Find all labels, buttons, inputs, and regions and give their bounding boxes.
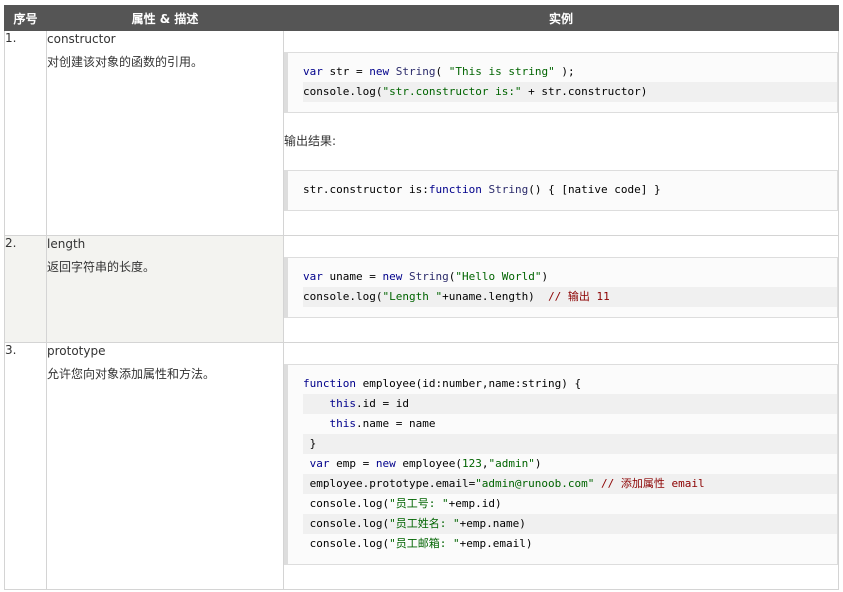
- code-block: function employee(id:number,name:string)…: [284, 364, 838, 565]
- code-token: function: [428, 183, 489, 196]
- code-token: new: [382, 270, 409, 283]
- code-token: +emp.id): [448, 497, 502, 510]
- code-token: .name = name: [356, 417, 436, 430]
- code-token: "员工号: ": [389, 497, 449, 510]
- property-description: 对创建该对象的函数的引用。: [47, 55, 204, 69]
- code-token: String: [488, 183, 529, 196]
- code-line: this.id = id: [303, 394, 837, 414]
- code-token: console.log(: [303, 497, 390, 510]
- code-token: () { [native code] }: [528, 183, 661, 196]
- example-cell: function employee(id:number,name:string)…: [283, 342, 839, 590]
- code-token: str.constructor is:: [303, 183, 429, 196]
- code-token: ): [541, 270, 549, 283]
- code-token: console.log(: [303, 290, 383, 303]
- code-token: +emp.name): [459, 517, 526, 530]
- output-label: 输出结果:: [284, 134, 337, 148]
- code-token: +uname.length): [442, 290, 549, 303]
- code-line: employee.prototype.email="admin@runoob.c…: [303, 474, 837, 494]
- code-token: ): [534, 457, 542, 470]
- code-token: "admin": [488, 457, 535, 470]
- output-block: str.constructor is:function String() { […: [284, 170, 838, 211]
- code-token: console.log(: [303, 537, 390, 550]
- header-example: 实例: [283, 5, 839, 31]
- code-token: "Hello World": [455, 270, 542, 283]
- code-line: console.log("员工姓名: "+emp.name): [303, 514, 837, 534]
- row-property-cell: constructor 对创建该对象的函数的引用。: [46, 30, 284, 236]
- code-token: var: [303, 65, 330, 78]
- code-token: emp =: [336, 457, 376, 470]
- code-token: .id = id: [356, 397, 409, 410]
- property-name: length: [47, 237, 86, 251]
- code-line: var uname = new String("Hello World"): [303, 267, 837, 287]
- code-token: console.log(: [303, 85, 383, 98]
- code-token: +emp.email): [459, 537, 533, 550]
- row-property-cell: length 返回字符串的长度。: [46, 235, 284, 343]
- code-token: // 添加属性 email: [601, 477, 705, 490]
- row-index: 1.: [4, 30, 47, 236]
- row-index: 3.: [4, 342, 47, 590]
- code-token: new: [375, 457, 403, 470]
- code-token: 123: [461, 457, 482, 470]
- code-token: console.log(: [303, 517, 390, 530]
- code-token: var: [303, 270, 330, 283]
- code-token: );: [554, 65, 575, 78]
- code-line: }: [303, 434, 837, 454]
- row-index: 2.: [4, 235, 47, 343]
- property-name: prototype: [47, 344, 106, 358]
- property-description: 允许您向对象添加属性和方法。: [47, 367, 216, 381]
- code-token: String: [395, 65, 436, 78]
- code-line: function employee(id:number,name:string)…: [303, 374, 837, 394]
- code-line: str.constructor is:function String() { […: [303, 180, 837, 200]
- code-token: var: [309, 457, 337, 470]
- code-line: this.name = name: [303, 414, 837, 434]
- code-token: "str.constructor is:": [382, 85, 522, 98]
- table-row-length: 2. length 返回字符串的长度。 var uname = new Stri…: [4, 235, 839, 343]
- code-token: "员工邮箱: ": [389, 537, 460, 550]
- code-line: console.log("str.constructor is:" + str.…: [303, 82, 837, 102]
- code-token: this: [329, 417, 357, 430]
- code-token: // 输出 11: [548, 290, 610, 303]
- code-token: "This is string": [448, 65, 555, 78]
- code-line: var emp = new employee(123,"admin"): [303, 454, 837, 474]
- string-properties-table: 序号 属性 & 描述 实例 1. constructor 对创建该对象的函数的引…: [4, 5, 839, 590]
- code-token: function: [303, 377, 363, 390]
- code-token: str: [329, 65, 350, 78]
- code-token: =: [349, 65, 370, 78]
- code-token: }: [303, 437, 317, 450]
- row-property-cell: prototype 允许您向对象添加属性和方法。: [46, 342, 284, 590]
- code-token: String: [408, 270, 449, 283]
- code-token: uname =: [329, 270, 383, 283]
- code-token: this: [329, 397, 357, 410]
- example-cell: var str = new String( "This is string" )…: [283, 30, 839, 236]
- code-token: employee(: [402, 457, 462, 470]
- table-row-constructor: 1. constructor 对创建该对象的函数的引用。 var str = n…: [4, 30, 839, 236]
- code-token: employee(id:number,name:string) {: [362, 377, 582, 390]
- header-index: 序号: [4, 5, 47, 31]
- code-line: var str = new String( "This is string" )…: [303, 62, 837, 82]
- code-block: var uname = new String("Hello World") con…: [284, 257, 838, 318]
- code-token: new: [369, 65, 396, 78]
- example-cell: var uname = new String("Hello World") con…: [283, 235, 839, 343]
- code-token: "admin@runoob.com": [475, 477, 595, 490]
- code-token: (: [435, 65, 449, 78]
- code-token: "员工姓名: ": [389, 517, 460, 530]
- property-name: constructor: [47, 32, 116, 46]
- code-line: console.log("员工号: "+emp.id): [303, 494, 837, 514]
- code-token: + str.constructor): [521, 85, 648, 98]
- code-line: console.log("Length "+uname.length) // 输…: [303, 287, 837, 307]
- code-block: var str = new String( "This is string" )…: [284, 52, 838, 113]
- code-token: "Length ": [382, 290, 443, 303]
- property-description: 返回字符串的长度。: [47, 260, 156, 274]
- code-line: console.log("员工邮箱: "+emp.email): [303, 534, 837, 554]
- code-token: employee.prototype.email=: [303, 477, 476, 490]
- header-property: 属性 & 描述: [46, 5, 284, 31]
- table-header-row: 序号 属性 & 描述 实例: [4, 5, 839, 31]
- table-row-prototype: 3. prototype 允许您向对象添加属性和方法。 function emp…: [4, 342, 839, 590]
